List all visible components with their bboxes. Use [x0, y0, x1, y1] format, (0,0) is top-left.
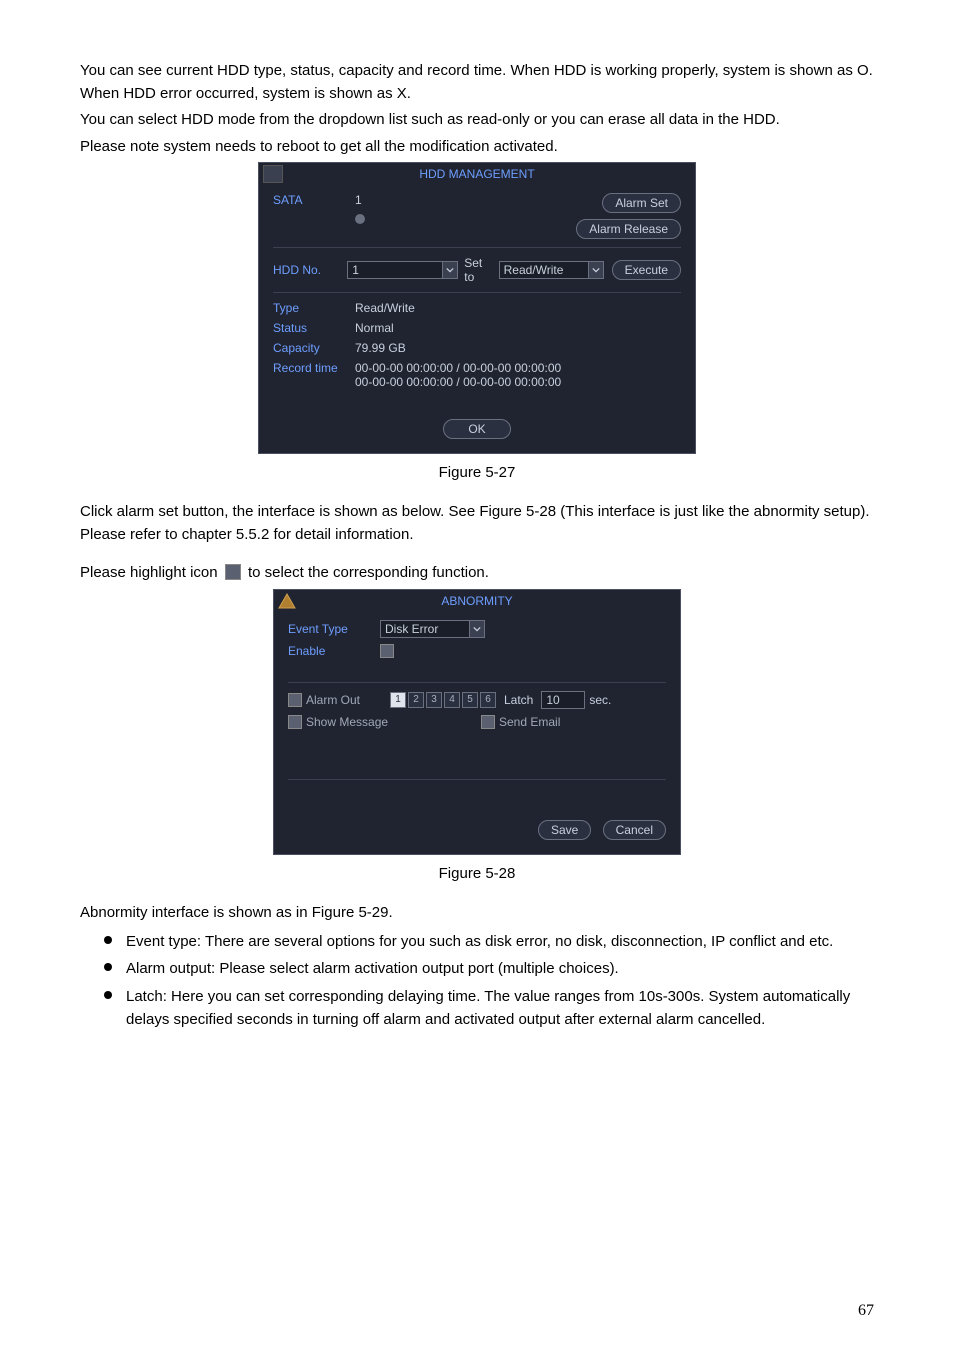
alarm-set-button[interactable]: Alarm Set	[602, 193, 681, 213]
enable-label: Enable	[288, 644, 380, 658]
show-message-checkbox[interactable]	[288, 715, 302, 729]
set-to-select[interactable]: Read/Write	[499, 261, 604, 279]
send-email-checkbox[interactable]	[481, 715, 495, 729]
hdd-management-dialog: HDD MANAGEMENT SATA 1 Alarm Set Alarm Re…	[258, 162, 696, 454]
alarm-out-label: Alarm Out	[306, 693, 390, 707]
alarm-out-port-1[interactable]: 1	[390, 692, 406, 708]
text: to select the corresponding function.	[248, 564, 489, 581]
warning-icon	[278, 593, 296, 609]
chevron-down-icon	[589, 261, 604, 279]
chevron-down-icon	[470, 620, 485, 638]
event-type-value: Disk Error	[380, 620, 470, 638]
list-item: Alarm output: Please select alarm activa…	[104, 957, 874, 980]
divider	[288, 682, 666, 683]
type-label: Type	[273, 301, 355, 315]
alarm-out-port-4[interactable]: 4	[444, 692, 460, 708]
event-type-select[interactable]: Disk Error	[380, 620, 485, 638]
send-email-label: Send Email	[499, 715, 560, 729]
latch-label: Latch	[504, 693, 533, 707]
alarm-out-port-5[interactable]: 5	[462, 692, 478, 708]
paragraph: Abnormity interface is shown as in Figur…	[80, 902, 874, 925]
figure-caption: Figure 5-28	[80, 865, 874, 882]
paragraph: Please highlight icon to select the corr…	[80, 562, 874, 585]
record-time-value: 00-00-00 00:00:00 / 00-00-00 00:00:00	[355, 361, 561, 375]
event-type-label: Event Type	[288, 622, 380, 636]
hdd-no-label: HDD No.	[273, 263, 347, 277]
set-to-label: Set to	[464, 256, 492, 284]
execute-button[interactable]: Execute	[612, 260, 681, 280]
enable-checkbox[interactable]	[380, 644, 394, 658]
abnormity-dialog: ABNORMITY Event Type Disk Error Enable A…	[273, 589, 681, 855]
sata-status-dot	[355, 214, 365, 224]
set-to-value: Read/Write	[499, 261, 589, 279]
capacity-label: Capacity	[273, 341, 355, 355]
dialog-title: ABNORMITY	[441, 594, 512, 608]
latch-input[interactable]: 10	[541, 691, 585, 709]
figure-caption: Figure 5-27	[80, 464, 874, 481]
alarm-release-button[interactable]: Alarm Release	[576, 219, 681, 239]
record-time-value: 00-00-00 00:00:00 / 00-00-00 00:00:00	[355, 375, 561, 389]
alarm-out-checkbox[interactable]	[288, 693, 302, 707]
list-item: Latch: Here you can set corresponding de…	[104, 985, 874, 1032]
divider	[288, 779, 666, 780]
sata-value: 1	[355, 193, 576, 207]
list-item: Event type: There are several options fo…	[104, 930, 874, 953]
status-label: Status	[273, 321, 355, 335]
paragraph: Please note system needs to reboot to ge…	[80, 136, 874, 159]
bullet-list: Event type: There are several options fo…	[80, 930, 874, 1031]
sec-label: sec.	[589, 693, 611, 707]
sata-label: SATA	[273, 193, 355, 207]
cancel-button[interactable]: Cancel	[603, 820, 666, 840]
ok-button[interactable]: OK	[443, 419, 510, 439]
show-message-label: Show Message	[306, 715, 481, 729]
capacity-value: 79.99 GB	[355, 341, 406, 355]
text: Please highlight icon	[80, 564, 222, 581]
alarm-out-port-2[interactable]: 2	[408, 692, 424, 708]
hdd-icon	[263, 165, 283, 183]
dialog-title: HDD MANAGEMENT	[419, 167, 534, 181]
divider	[273, 292, 681, 293]
hdd-no-value: 1	[347, 261, 443, 279]
type-value: Read/Write	[355, 301, 415, 315]
alarm-out-port-6[interactable]: 6	[480, 692, 496, 708]
alarm-out-ports: 1 2 3 4 5 6	[390, 692, 496, 708]
dialog-title-bar: HDD MANAGEMENT	[259, 163, 695, 185]
dialog-title-bar: ABNORMITY	[274, 590, 680, 612]
hdd-no-select[interactable]: 1	[347, 261, 458, 279]
chevron-down-icon	[443, 261, 458, 279]
record-time-label: Record time	[273, 361, 355, 375]
paragraph: Click alarm set button, the interface is…	[80, 501, 874, 546]
divider	[273, 247, 681, 248]
paragraph: You can select HDD mode from the dropdow…	[80, 109, 874, 132]
page-number: 67	[858, 1302, 874, 1320]
checkbox-icon	[225, 564, 241, 580]
alarm-out-port-3[interactable]: 3	[426, 692, 442, 708]
paragraph: You can see current HDD type, status, ca…	[80, 60, 874, 105]
status-value: Normal	[355, 321, 394, 335]
save-button[interactable]: Save	[538, 820, 591, 840]
